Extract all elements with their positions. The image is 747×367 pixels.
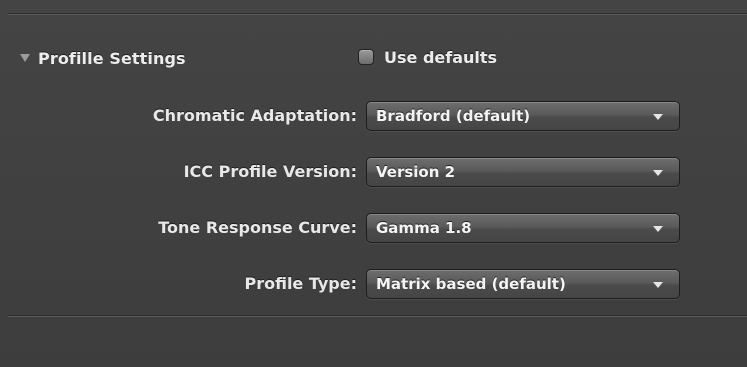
tone-response-curve-value: Gamma 1.8 xyxy=(376,219,472,237)
chromatic-adaptation-row: Chromatic Adaptation: Bradford (default) xyxy=(0,99,747,133)
profile-settings-panel: Profille Settings Use defaults Chromatic… xyxy=(0,0,747,367)
icc-profile-version-value: Version 2 xyxy=(376,163,456,181)
icc-profile-version-label: ICC Profile Version: xyxy=(183,162,357,181)
tone-response-curve-label: Tone Response Curve: xyxy=(158,218,357,237)
chevron-down-icon xyxy=(653,226,663,232)
profile-type-row: Profile Type: Matrix based (default) xyxy=(0,267,747,301)
chromatic-adaptation-label: Chromatic Adaptation: xyxy=(152,106,357,125)
profile-type-value: Matrix based (default) xyxy=(376,275,566,293)
chevron-down-icon xyxy=(653,114,663,120)
profile-settings-header[interactable]: Profille Settings xyxy=(18,46,186,70)
chromatic-adaptation-popup[interactable]: Bradford (default) xyxy=(366,101,680,131)
chromatic-adaptation-value: Bradford (default) xyxy=(376,107,531,125)
use-defaults-label: Use defaults xyxy=(384,47,498,67)
top-divider xyxy=(8,14,747,15)
icc-profile-version-row: ICC Profile Version: Version 2 xyxy=(0,155,747,189)
section-title: Profille Settings xyxy=(38,48,186,68)
profile-type-label: Profile Type: xyxy=(244,274,357,293)
use-defaults-checkbox[interactable] xyxy=(358,49,374,65)
bottom-divider xyxy=(8,316,747,317)
chevron-down-icon xyxy=(653,170,663,176)
chevron-down-icon xyxy=(653,282,663,288)
use-defaults-toggle[interactable]: Use defaults xyxy=(358,45,497,69)
tone-response-curve-popup[interactable]: Gamma 1.8 xyxy=(366,213,680,243)
disclosure-triangle-down-icon[interactable] xyxy=(18,51,32,65)
profile-type-popup[interactable]: Matrix based (default) xyxy=(366,269,680,299)
tone-response-curve-row: Tone Response Curve: Gamma 1.8 xyxy=(0,211,747,245)
icc-profile-version-popup[interactable]: Version 2 xyxy=(366,157,680,187)
